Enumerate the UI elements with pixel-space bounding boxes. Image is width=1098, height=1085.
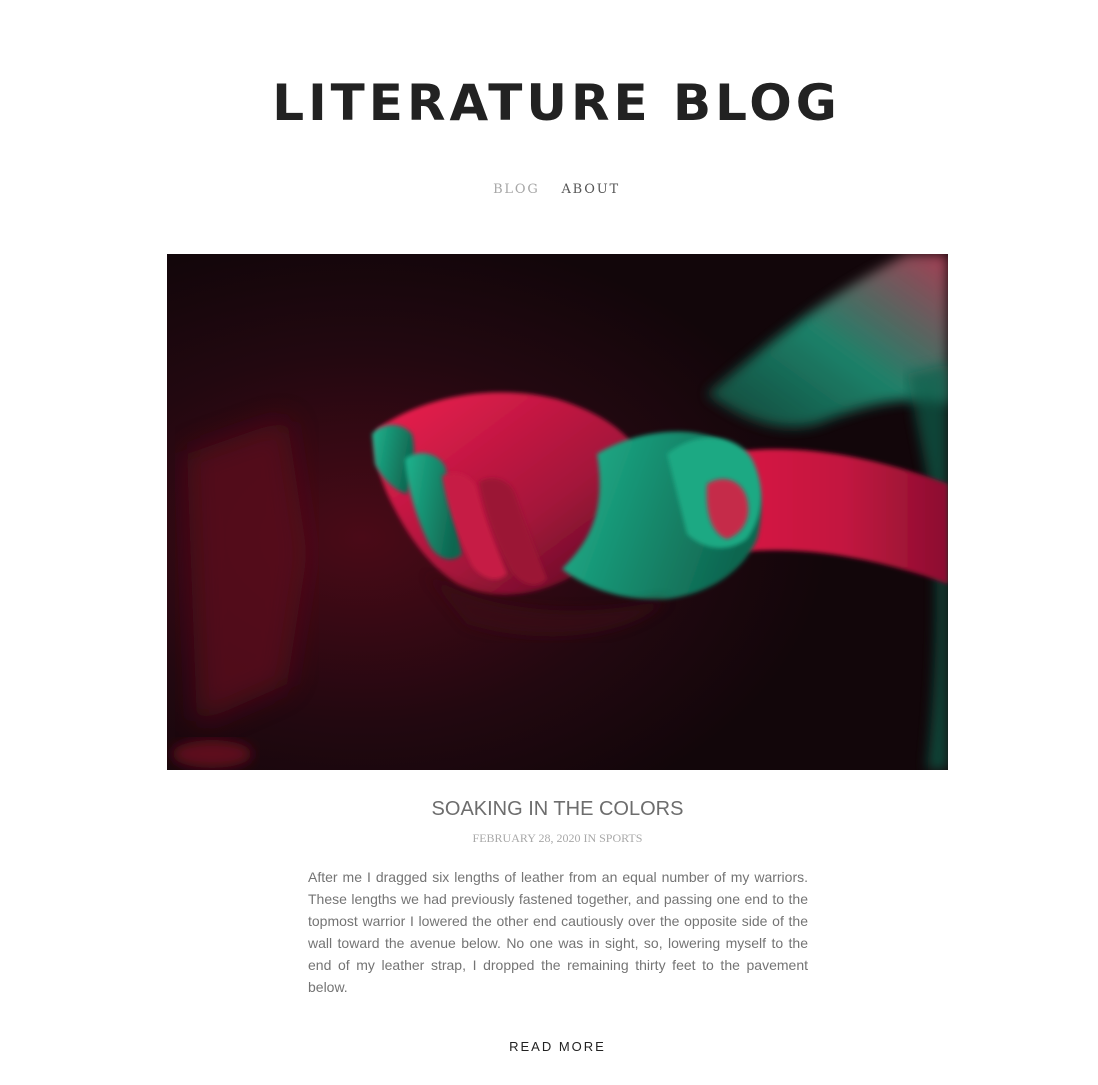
page: LITERATURE BLOG BLOG ABOUT SOAKING IN TH… xyxy=(0,0,1098,1085)
main-nav: BLOG ABOUT xyxy=(0,181,1098,199)
hands-photo xyxy=(167,254,948,770)
read-more-link[interactable]: READ MORE xyxy=(0,1038,1098,1056)
post-featured-image[interactable] xyxy=(167,254,948,770)
nav-item-blog[interactable]: BLOG xyxy=(493,181,539,199)
post-meta-in: IN xyxy=(583,831,597,845)
nav-item-about[interactable]: ABOUT xyxy=(561,181,619,199)
post-meta: FEBRUARY 28, 2020 IN SPORTS xyxy=(0,829,1098,847)
post-category-link[interactable]: SPORTS xyxy=(599,831,642,845)
post-excerpt: After me I dragged six lengths of leathe… xyxy=(308,869,808,995)
post-title[interactable]: SOAKING IN THE COLORS xyxy=(0,795,1098,823)
post-date: FEBRUARY 28, 2020 xyxy=(472,831,581,845)
site-title[interactable]: LITERATURE BLOG xyxy=(0,70,1098,136)
